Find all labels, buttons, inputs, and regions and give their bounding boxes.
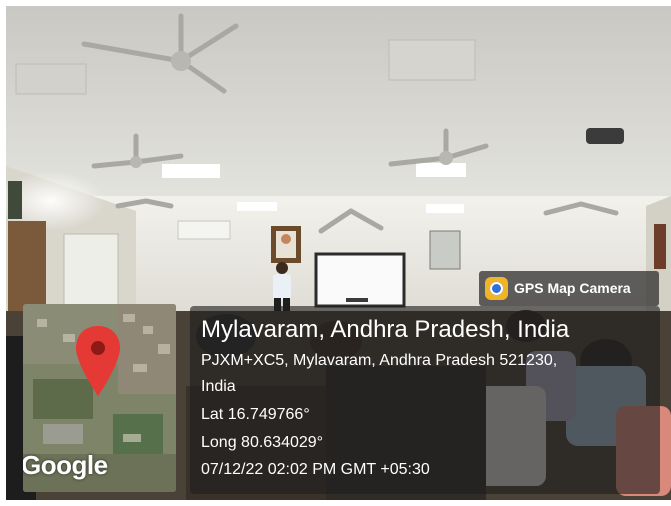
map-thumbnail: Google: [23, 304, 176, 492]
classroom-photo: GPS Map Camera Mylavaram, Andhra Pradesh…: [0, 0, 671, 506]
location-title: Mylavaram, Andhra Pradesh, India: [201, 316, 570, 343]
timestamp-text: 07/12/22 02:02 PM GMT +05:30: [201, 461, 430, 478]
longitude-text: Long 80.634029°: [201, 434, 324, 451]
google-logo: Google: [23, 450, 108, 480]
badge-title: GPS Map Camera: [514, 280, 631, 296]
location-info-panel: Mylavaram, Andhra Pradesh, India PJXM+XC…: [190, 306, 660, 494]
gps-map-camera-badge: GPS Map Camera: [479, 271, 659, 306]
address-line-2: India: [201, 378, 236, 395]
latitude-text: Lat 16.749766°: [201, 406, 310, 423]
address-line-1: PJXM+XC5, Mylavaram, Andhra Pradesh 5212…: [201, 352, 558, 369]
gps-map-camera-icon: [485, 277, 508, 300]
